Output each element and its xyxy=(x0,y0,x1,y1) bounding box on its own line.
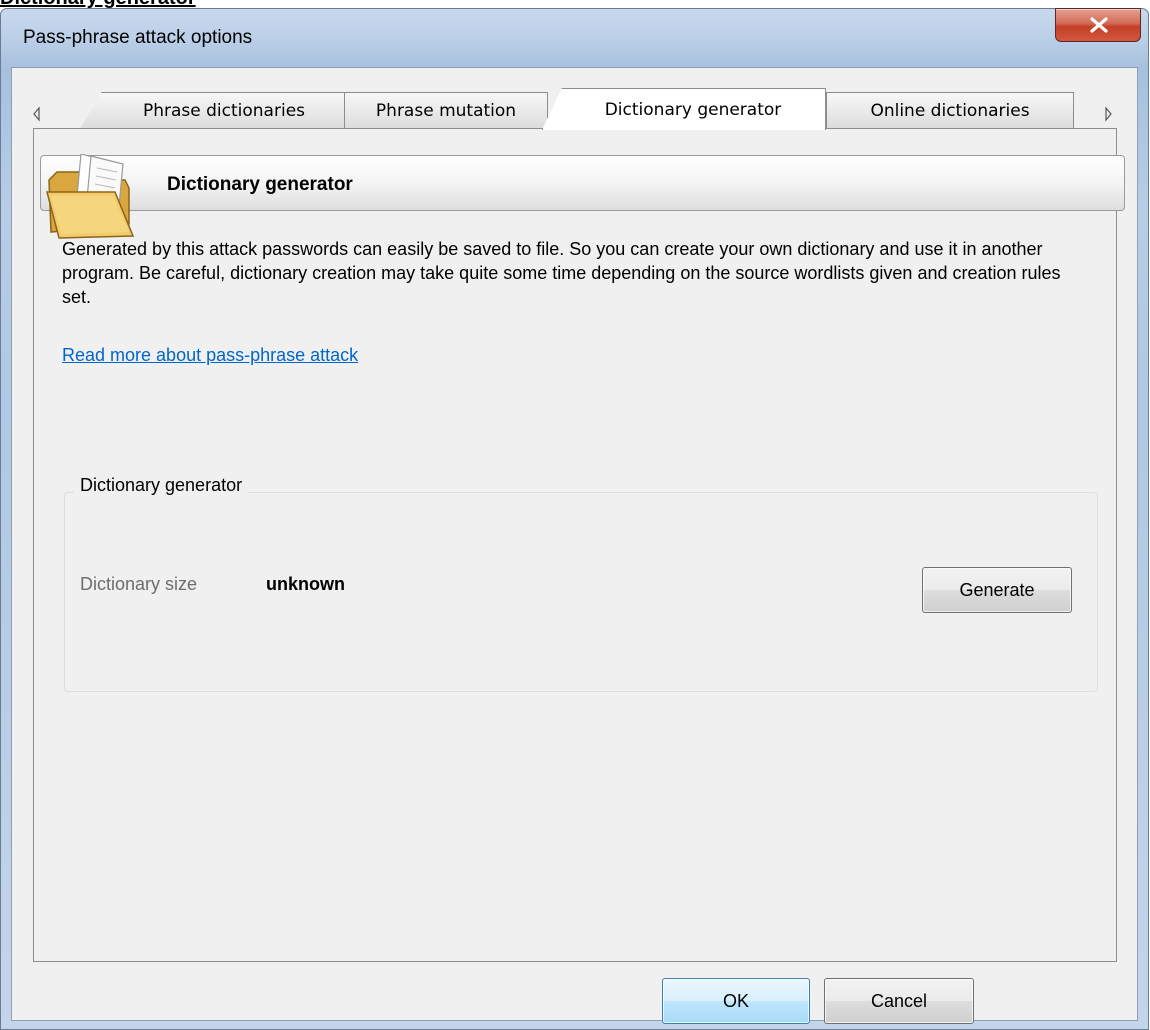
group-legend: Dictionary generator xyxy=(74,475,249,496)
tab-online-dictionaries[interactable]: Online dictionaries xyxy=(826,92,1074,129)
ok-button-label: OK xyxy=(722,990,749,1011)
read-more-link[interactable]: Read more about pass-phrase attack xyxy=(62,345,358,366)
folder-icon xyxy=(46,154,135,239)
generate-button[interactable]: Generate xyxy=(922,567,1072,613)
window-title: Pass-phrase attack options xyxy=(23,27,253,48)
dialog-client-area: Phrase dictionaries Phrase mutation Dict… xyxy=(11,67,1138,1024)
tab-scroll-right-button[interactable] xyxy=(1101,104,1115,124)
tab-panel-dictionary-generator: Dictionary generator Generated by this a… xyxy=(33,128,1125,962)
title-bar: Pass-phrase attack options xyxy=(1,8,1148,67)
cancel-button[interactable]: Cancel xyxy=(824,978,974,1024)
dialog-window: Pass-phrase attack options Phrase dictio… xyxy=(0,8,1149,1030)
tab-label: Phrase dictionaries xyxy=(142,101,306,121)
tab-scroll-left-button[interactable] xyxy=(30,104,44,124)
section-title: Dictionary generator xyxy=(167,174,353,195)
cancel-button-label: Cancel xyxy=(870,990,928,1011)
dictionary-size-value: unknown xyxy=(266,574,345,594)
close-button[interactable] xyxy=(1055,8,1141,42)
chevron-right-icon xyxy=(1105,106,1112,122)
close-icon xyxy=(1090,17,1108,33)
tab-phrase-mutation[interactable]: Phrase mutation xyxy=(344,92,548,129)
tab-label: Dictionary generator xyxy=(604,99,782,120)
tab-label: Phrase mutation xyxy=(375,101,517,121)
section-header: Dictionary generator xyxy=(40,154,1125,239)
dictionary-size-label: Dictionary size xyxy=(80,574,198,594)
tab-dictionary-generator[interactable]: Dictionary generator xyxy=(542,88,826,130)
chevron-left-icon xyxy=(33,106,40,122)
ok-button[interactable]: OK xyxy=(662,978,810,1024)
generate-button-label: Generate xyxy=(959,579,1035,600)
tab-phrase-dictionaries[interactable]: Phrase dictionaries xyxy=(80,92,346,129)
tab-label: Online dictionaries xyxy=(870,101,1030,121)
description-text: Generated by this attack passwords can e… xyxy=(62,239,1061,307)
